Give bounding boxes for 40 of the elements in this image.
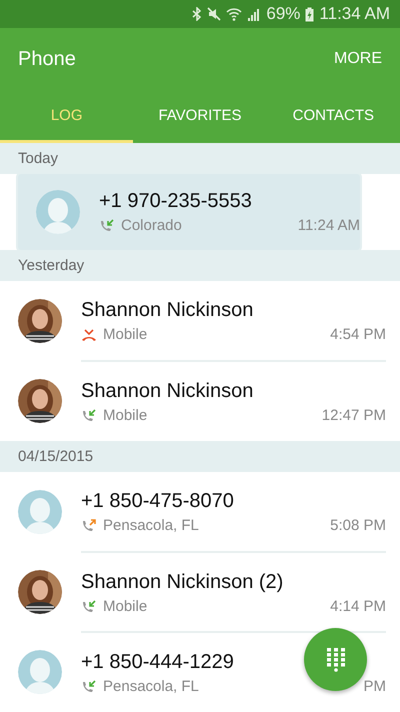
- call-log-item[interactable]: +1 970-235-5553 Colorado 11:24 AM: [18, 174, 360, 250]
- incoming-call-icon: [81, 408, 97, 422]
- call-time: 4:54 PM: [330, 326, 386, 343]
- caller-name: Shannon Nickinson: [81, 299, 254, 322]
- outgoing-call-icon: [81, 518, 97, 532]
- section-header: 04/15/2015: [0, 441, 400, 472]
- caller-name: +1 850-444-1229: [81, 651, 234, 674]
- app-title: Phone: [18, 48, 76, 70]
- avatar-silhouette-icon: [36, 190, 80, 234]
- call-detail: Pensacola, FL: [103, 678, 200, 695]
- call-time: 11:24 AM: [298, 217, 360, 234]
- bluetooth-icon: [192, 7, 202, 21]
- call-detail: Mobile: [103, 407, 148, 424]
- section-header: Yesterday: [0, 250, 400, 281]
- call-time: PM: [364, 678, 386, 695]
- incoming-call-icon: [99, 218, 115, 232]
- dialpad-icon: [326, 648, 346, 672]
- avatar-silhouette-icon: [18, 650, 62, 694]
- call-detail: Mobile: [103, 598, 148, 615]
- avatar-silhouette-icon: [18, 490, 62, 534]
- clock: 11:34 AM: [319, 4, 390, 24]
- call-time: 5:08 PM: [330, 517, 386, 534]
- call-detail: Colorado: [121, 217, 183, 234]
- caller-name: +1 850-475-8070: [81, 490, 234, 513]
- call-detail: Pensacola, FL: [103, 517, 200, 534]
- call-detail: Mobile: [103, 326, 148, 343]
- caller-name: +1 970-235-5553: [99, 190, 252, 213]
- mute-icon: [207, 7, 222, 21]
- caller-name: Shannon Nickinson: [81, 380, 254, 403]
- signal-icon: [247, 7, 262, 21]
- missed-call-icon: [81, 328, 97, 342]
- call-time: 12:47 PM: [322, 407, 386, 424]
- section-header: Today: [0, 143, 400, 174]
- caller-name: Shannon Nickinson (2): [81, 571, 284, 594]
- wifi-icon: [226, 7, 242, 21]
- incoming-call-icon: [81, 680, 97, 694]
- battery-percent: 69%: [266, 4, 300, 24]
- battery-charging-icon: [305, 6, 314, 22]
- call-time: 4:14 PM: [330, 598, 386, 615]
- incoming-call-icon: [81, 600, 97, 614]
